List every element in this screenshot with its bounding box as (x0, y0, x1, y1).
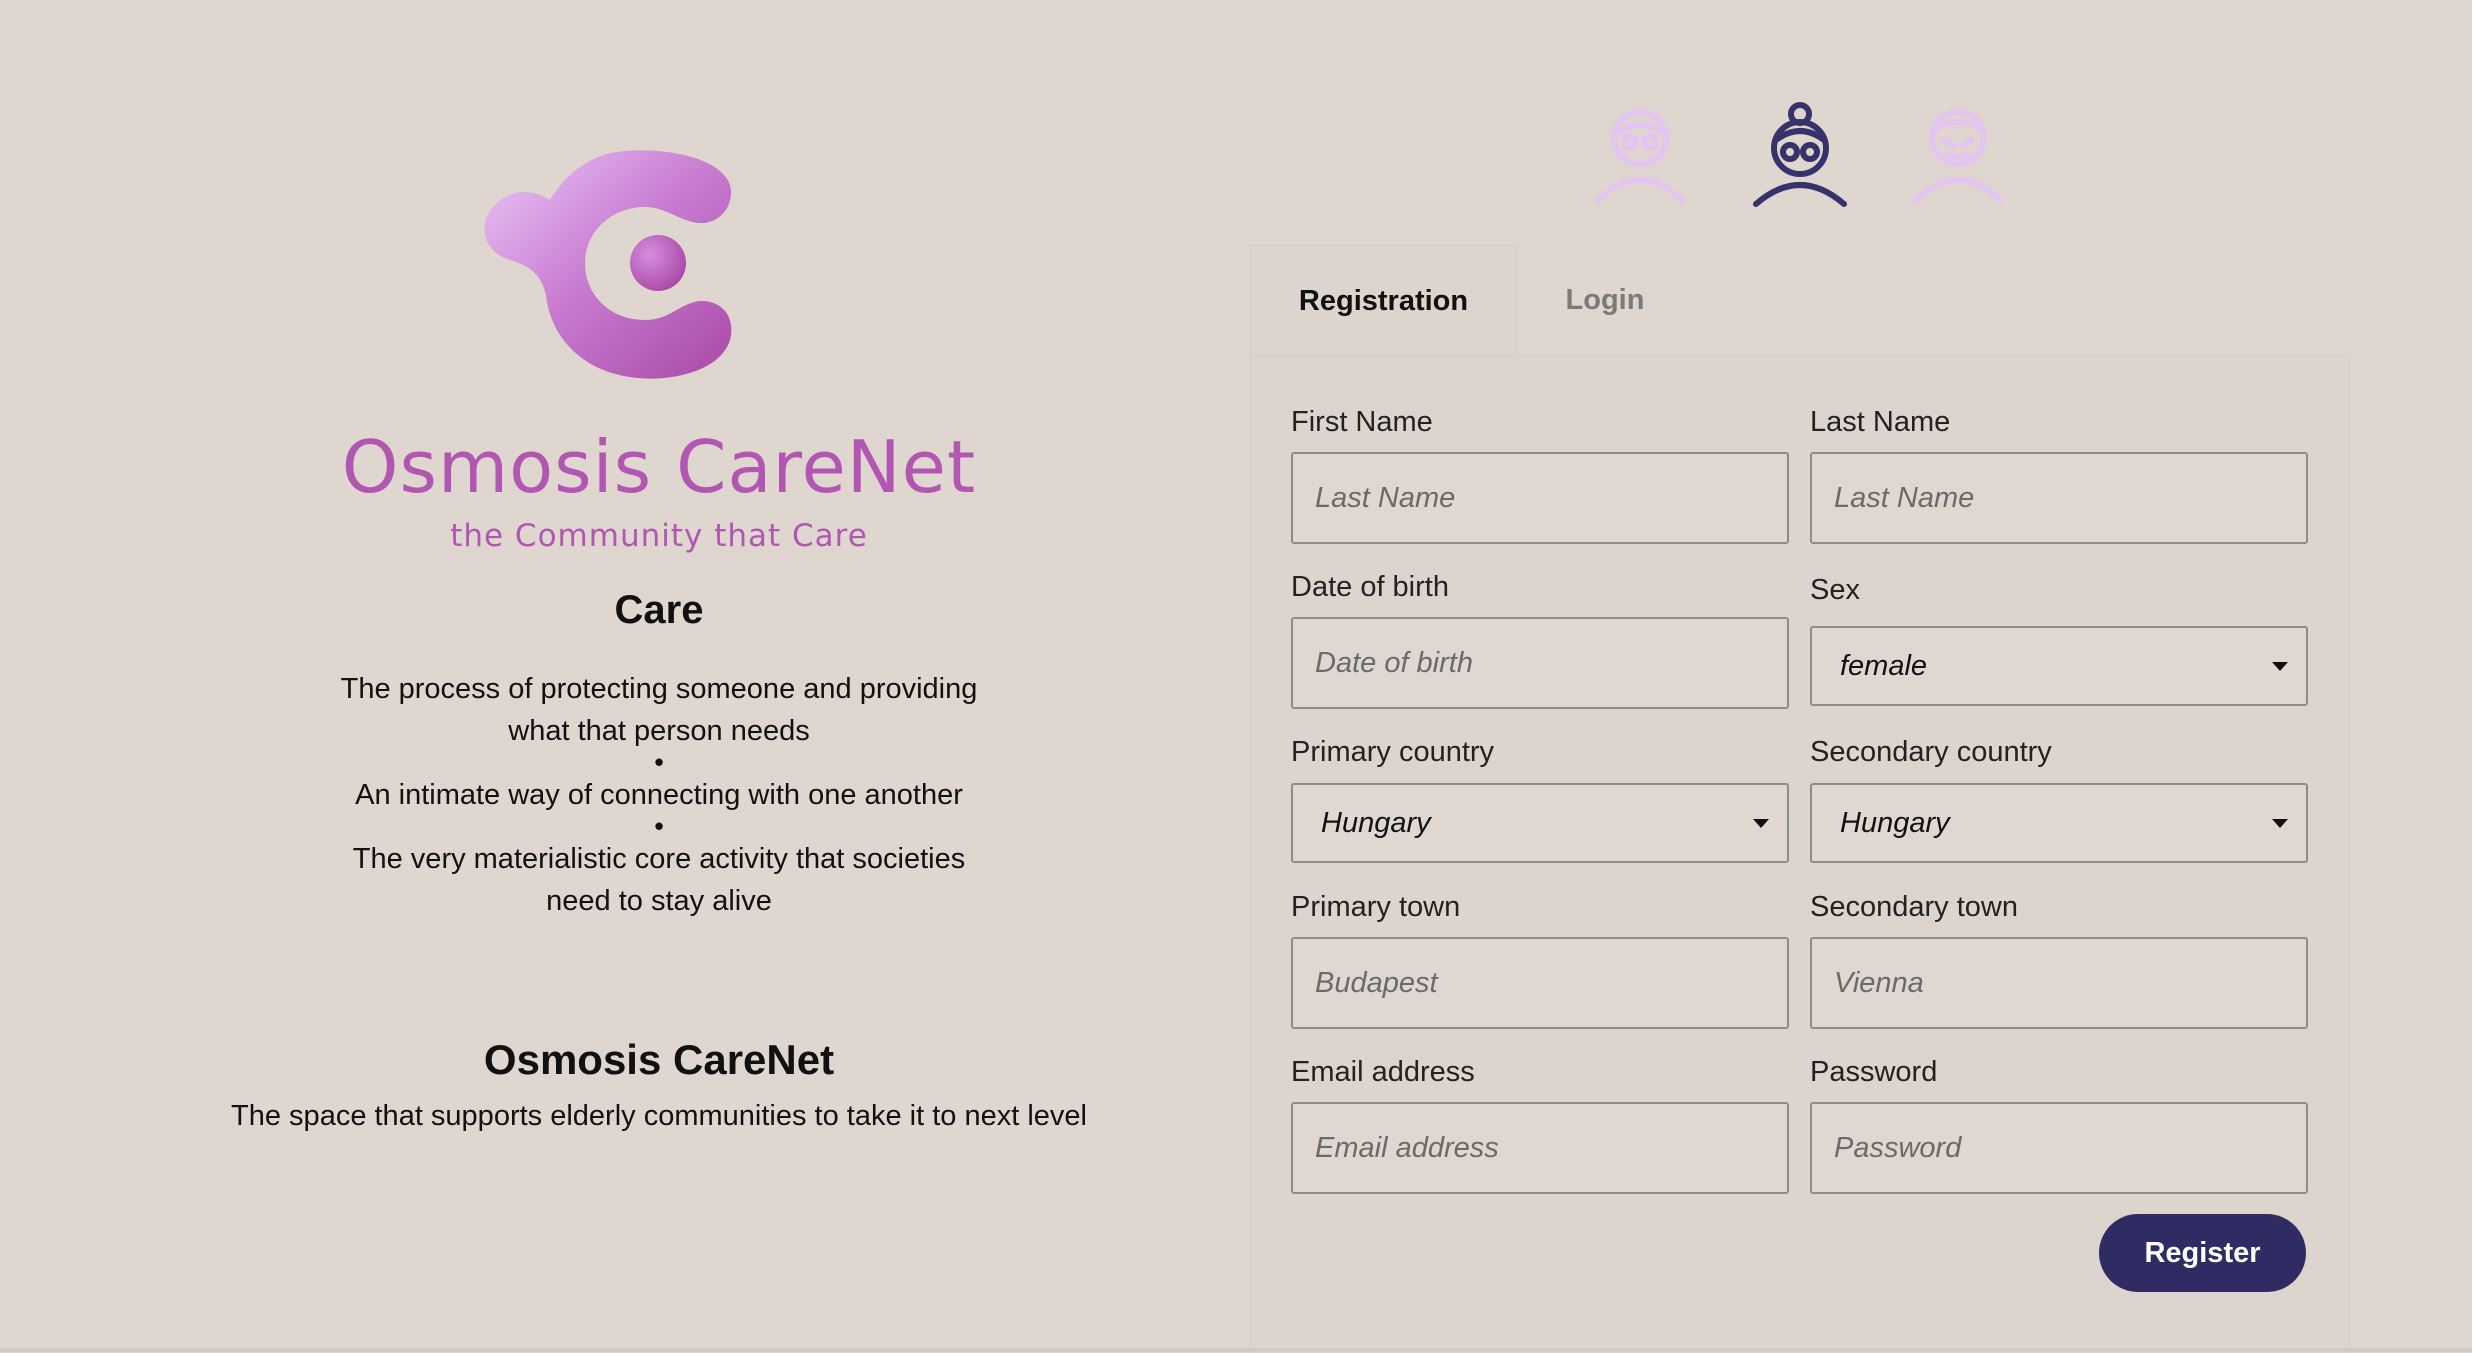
email-label: Email address (1291, 1056, 1475, 1088)
bullet-separator: • (654, 747, 664, 777)
tab-registration[interactable]: Registration (1250, 245, 1517, 356)
primary-town-input[interactable] (1291, 937, 1789, 1029)
about-description: The space that supports elderly communit… (231, 1100, 1087, 1132)
sex-label: Sex (1810, 574, 1860, 606)
care-definition-line: An intimate way of connecting with one a… (355, 779, 963, 811)
care-heading: Care (614, 588, 704, 632)
secondary-town-label: Secondary town (1810, 891, 2018, 923)
care-definition-line: need to stay alive (546, 885, 772, 917)
first-name-label: First Name (1291, 406, 1433, 438)
avatar-selector (1590, 100, 2020, 215)
dob-label: Date of birth (1291, 571, 1449, 603)
password-label: Password (1810, 1056, 1938, 1088)
bottom-divider (0, 1348, 2472, 1352)
care-definitions: The process of protecting someone and pr… (0, 668, 1318, 922)
first-name-input[interactable] (1291, 452, 1789, 544)
secondary-country-label: Secondary country (1810, 736, 2052, 768)
brand-name: Osmosis CareNet (341, 425, 977, 509)
primary-country-label: Primary country (1291, 736, 1495, 768)
intro-section: Osmosis CareNet the Community that Care … (0, 0, 1318, 1352)
secondary-country-select[interactable]: Hungary (1810, 783, 2308, 863)
elderly-woman-icon[interactable] (1750, 100, 1850, 210)
elderly-person-icon[interactable] (1908, 100, 2008, 210)
secondary-town-input[interactable] (1810, 937, 2308, 1029)
chevron-down-icon (2272, 662, 2288, 671)
bullet-separator: • (654, 811, 664, 841)
password-field[interactable] (1810, 1102, 2308, 1194)
care-definition-line: The very materialistic core activity tha… (352, 843, 966, 875)
sex-select[interactable]: female (1810, 626, 2308, 706)
care-definition-line: The process of protecting someone and pr… (340, 673, 978, 705)
dob-input[interactable] (1291, 617, 1789, 709)
secondary-country-value: Hungary (1840, 806, 1950, 839)
last-name-label: Last Name (1810, 406, 1951, 438)
email-field[interactable] (1291, 1102, 1789, 1194)
chevron-down-icon (1753, 819, 1769, 828)
primary-town-label: Primary town (1291, 891, 1461, 923)
primary-country-select[interactable]: Hungary (1291, 783, 1789, 863)
care-definition-line: what that person needs (508, 715, 810, 747)
elderly-man-icon[interactable] (1590, 100, 1690, 210)
osmosis-logo (484, 150, 732, 379)
registration-form: First Name Last Name Date of birth Sex f… (1250, 355, 2350, 1353)
primary-country-value: Hungary (1321, 806, 1431, 839)
auth-tabs: Registration Login (1250, 245, 2350, 356)
auth-panel: Registration Login First Name Last Name … (1250, 245, 2350, 1353)
tab-login[interactable]: Login (1515, 245, 1695, 355)
sex-select-value: female (1840, 649, 1928, 682)
last-name-input[interactable] (1810, 452, 2308, 544)
register-button[interactable]: Register (2099, 1214, 2306, 1292)
brand-tagline: the Community that Care (450, 518, 868, 554)
about-heading: Osmosis CareNet (483, 1036, 835, 1083)
chevron-down-icon (2272, 819, 2288, 828)
